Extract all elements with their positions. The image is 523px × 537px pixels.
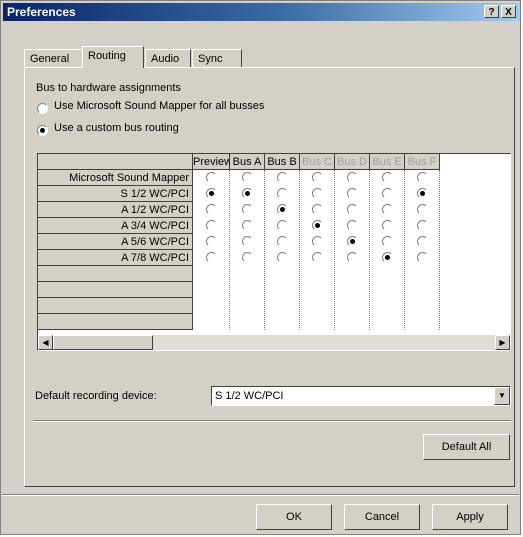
recording-device-select[interactable]: S 1/2 WC/PCI ▼ bbox=[211, 386, 511, 406]
row-header: A 5/6 WC/PCI bbox=[38, 234, 193, 250]
column-divider bbox=[334, 170, 335, 330]
column-divider bbox=[404, 170, 405, 330]
left-arrow-icon[interactable]: ◀ bbox=[38, 335, 53, 350]
routing-radio[interactable] bbox=[347, 172, 358, 183]
row-header bbox=[38, 298, 193, 314]
routing-radio[interactable] bbox=[312, 236, 323, 247]
routing-radio[interactable] bbox=[347, 188, 358, 199]
routing-radio[interactable] bbox=[382, 172, 393, 183]
routing-radio[interactable] bbox=[312, 172, 323, 183]
routing-radio[interactable] bbox=[312, 204, 323, 215]
routing-radio[interactable] bbox=[417, 252, 428, 263]
routing-radio[interactable] bbox=[277, 236, 288, 247]
row-header: A 1/2 WC/PCI bbox=[38, 202, 193, 218]
group-label: Bus to hardware assignments bbox=[36, 82, 181, 94]
column-divider bbox=[299, 170, 300, 330]
routing-radio[interactable] bbox=[277, 172, 288, 183]
routing-radio[interactable] bbox=[417, 204, 428, 215]
routing-radio[interactable] bbox=[312, 188, 323, 199]
tab-routing[interactable]: Routing bbox=[82, 46, 144, 68]
routing-grid: ◀ ▶ Preview Bus A Bus B Bus C Bus D Bus E Bus … bbox=[37, 153, 511, 351]
routing-radio[interactable] bbox=[312, 220, 323, 231]
routing-radio[interactable] bbox=[277, 188, 288, 199]
column-header[interactable]: Bus E bbox=[370, 154, 405, 170]
chevron-down-icon[interactable]: ▼ bbox=[494, 387, 510, 405]
cancel-button[interactable]: Cancel bbox=[344, 504, 420, 530]
routing-radio[interactable] bbox=[277, 220, 288, 231]
routing-radio[interactable] bbox=[417, 172, 428, 183]
routing-radio[interactable] bbox=[312, 252, 323, 263]
column-header[interactable]: Bus F bbox=[405, 154, 440, 170]
row-header bbox=[38, 282, 193, 298]
routing-radio[interactable] bbox=[277, 252, 288, 263]
routing-radio[interactable] bbox=[242, 236, 253, 247]
recording-device-value: S 1/2 WC/PCI bbox=[215, 390, 284, 402]
routing-radio[interactable] bbox=[347, 204, 358, 215]
mapper-radio[interactable] bbox=[37, 103, 48, 114]
routing-radio[interactable] bbox=[382, 220, 393, 231]
grid-corner bbox=[38, 154, 193, 170]
routing-radio[interactable] bbox=[347, 220, 358, 231]
default-all-button[interactable]: Default All bbox=[423, 434, 510, 460]
row-header bbox=[38, 314, 193, 330]
routing-radio[interactable] bbox=[347, 236, 358, 247]
title-bar[interactable]: Preferences ? X bbox=[3, 3, 520, 21]
mapper-radio-label[interactable]: Use Microsoft Sound Mapper for all busse… bbox=[54, 100, 264, 112]
routing-radio[interactable] bbox=[242, 172, 253, 183]
column-divider bbox=[369, 170, 370, 330]
routing-radio[interactable] bbox=[417, 236, 428, 247]
row-header: A 7/8 WC/PCI bbox=[38, 250, 193, 266]
ok-button[interactable]: OK bbox=[256, 504, 332, 530]
window-title: Preferences bbox=[7, 5, 76, 19]
routing-radio[interactable] bbox=[206, 252, 217, 263]
routing-radio[interactable] bbox=[206, 172, 217, 183]
apply-button[interactable]: Apply bbox=[432, 504, 508, 530]
column-header[interactable]: Preview bbox=[193, 154, 232, 170]
column-divider bbox=[229, 170, 230, 330]
tab-audio[interactable]: Audio bbox=[145, 49, 191, 67]
divider bbox=[33, 420, 511, 422]
bottom-divider bbox=[2, 494, 519, 496]
column-header[interactable]: Bus A bbox=[230, 154, 265, 170]
row-header: S 1/2 WC/PCI bbox=[38, 186, 193, 202]
routing-radio[interactable] bbox=[382, 188, 393, 199]
routing-radio[interactable] bbox=[242, 188, 253, 199]
right-arrow-icon[interactable]: ▶ bbox=[495, 335, 510, 350]
routing-radio[interactable] bbox=[206, 220, 217, 231]
routing-radio[interactable] bbox=[382, 252, 393, 263]
row-header: Microsoft Sound Mapper bbox=[38, 170, 193, 186]
column-divider bbox=[439, 170, 440, 330]
close-button[interactable]: X bbox=[501, 5, 516, 18]
horizontal-scrollbar[interactable]: ◀ ▶ bbox=[38, 335, 510, 350]
column-divider bbox=[264, 170, 265, 330]
routing-radio[interactable] bbox=[277, 204, 288, 215]
column-header[interactable]: Bus D bbox=[335, 154, 370, 170]
row-header bbox=[38, 266, 193, 282]
routing-radio[interactable] bbox=[206, 188, 217, 199]
routing-radio[interactable] bbox=[347, 252, 358, 263]
routing-radio[interactable] bbox=[417, 188, 428, 199]
routing-radio[interactable] bbox=[242, 220, 253, 231]
custom-routing-radio[interactable] bbox=[37, 125, 48, 136]
help-button[interactable]: ? bbox=[484, 5, 499, 18]
tab-sync[interactable]: Sync bbox=[192, 49, 242, 67]
routing-radio[interactable] bbox=[206, 236, 217, 247]
routing-radio[interactable] bbox=[242, 204, 253, 215]
routing-radio[interactable] bbox=[382, 236, 393, 247]
scroll-thumb[interactable] bbox=[53, 335, 153, 350]
tab-general[interactable]: General bbox=[24, 49, 83, 67]
routing-radio[interactable] bbox=[382, 204, 393, 215]
column-header[interactable]: Bus B bbox=[265, 154, 300, 170]
recording-device-label: Default recording device: bbox=[35, 390, 157, 402]
custom-routing-radio-label[interactable]: Use a custom bus routing bbox=[54, 122, 179, 134]
routing-radio[interactable] bbox=[242, 252, 253, 263]
routing-radio[interactable] bbox=[206, 204, 217, 215]
column-header[interactable]: Bus C bbox=[300, 154, 335, 170]
row-header: A 3/4 WC/PCI bbox=[38, 218, 193, 234]
routing-radio[interactable] bbox=[417, 220, 428, 231]
